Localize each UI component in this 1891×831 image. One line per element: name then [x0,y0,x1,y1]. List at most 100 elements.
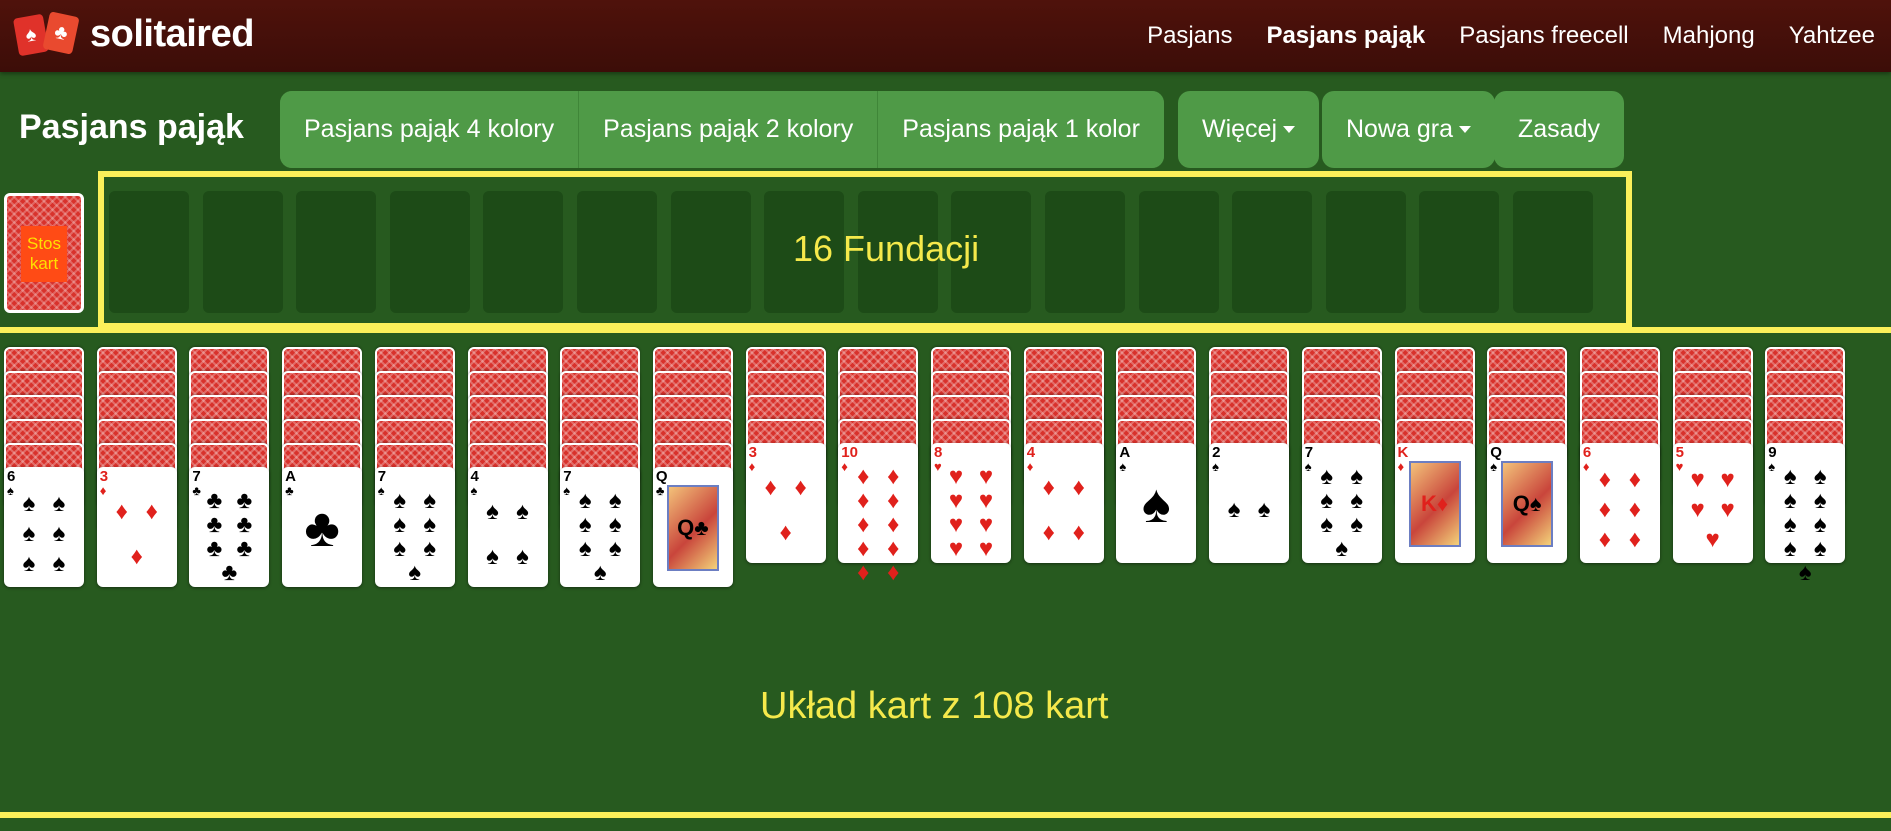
face-up-card[interactable]: 4 ♠ ♠ ♠ ♠ ♠ [467,467,548,587]
card-rank: 9 [1768,444,1777,461]
card-pips: ♠ ♠ ♠ ♠ ♠ ♠ ♠ [570,487,630,585]
variant-2-colors-button[interactable]: Pasjans pająk 2 kolory [579,91,879,168]
more-dropdown-button[interactable]: Więcej [1178,91,1320,168]
card-rank: 7 [563,468,572,485]
card-suit-icon: ♠ [1490,459,1498,474]
face-up-card[interactable]: 7 ♠ ♠ ♠ ♠ ♠ ♠ ♠ ♠ [1301,443,1382,563]
face-up-card[interactable]: 8 ♥ ♥ ♥ ♥ ♥ ♥ ♥ ♥ ♥ [931,443,1011,563]
tableau-bottom-border [0,812,1891,818]
face-up-card[interactable]: Q ♠ Q♠ [1487,443,1568,563]
card-pip-icon: ♥ [1690,466,1705,493]
card-pip-icon: ♠ [578,487,592,514]
card-pip-icon: ♠ [1813,487,1827,514]
card-pip-icon: ♦ [145,497,158,525]
card-pip-icon: ♠ [608,535,622,562]
card-pip-icon: ♠ [1350,463,1364,490]
new-game-dropdown-button[interactable]: Nowa gra [1322,91,1495,168]
face-up-card[interactable]: 2 ♠ ♠ ♠ [1209,443,1290,563]
card-pips: ♥ ♥ ♥ ♥ ♥ [1683,465,1743,555]
face-up-card[interactable]: K ♦ K♦ [1394,443,1475,563]
card-pip-icon: ♦ [1598,496,1612,523]
face-up-card[interactable]: A ♠ ♠ [1116,443,1197,563]
face-up-card[interactable]: 4 ♦ ♦ ♦ ♦ ♦ [1023,443,1104,563]
variant-1-color-button[interactable]: Pasjans pająk 1 kolor [878,91,1164,168]
card-pips: ♦ ♦ ♦ [756,465,816,555]
card-rank: 3 [99,468,109,485]
face-up-card[interactable]: 3 ♦ ♦ ♦ ♦ [745,443,826,563]
card-pip-icon: ♠ [516,542,529,570]
variant-4-colors-button[interactable]: Pasjans pająk 4 kolory [280,91,580,168]
card-pip-icon: ♠ [423,535,437,562]
card-pip-icon: ♥ [978,535,994,562]
face-up-card[interactable]: 3 ♦ ♦ ♦ ♦ [96,467,177,587]
card-pip-icon: ♦ [1628,496,1642,523]
face-up-card[interactable]: A ♣ ♣ [282,467,363,587]
face-up-card[interactable]: 6 ♦ ♦ ♦ ♦ ♦ ♦ ♦ [1579,443,1660,563]
card-pips: ♣ ♣ ♣ ♣ ♣ ♣ ♣ [199,487,259,585]
stock-label-line1: Stos [26,234,62,253]
face-up-card[interactable]: Q ♣ Q♣ [652,467,733,587]
card-pips: ♦ ♦ ♦ [107,489,167,579]
card-pip-icon: ♦ [779,518,792,546]
card-pip-icon: ♦ [130,542,143,570]
card-pip-icon: ♠ [22,490,36,517]
main-nav: Pasjans Pasjans pająk Pasjans freecell M… [1113,0,1875,72]
nav-link-pasjans[interactable]: Pasjans [1147,22,1232,50]
card-pip-icon: ♦ [794,473,807,501]
card-rank: 4 [470,468,479,485]
court-card-artwork: Q♣ [666,485,719,571]
face-up-card[interactable]: 9 ♠ ♠ ♠ ♠ ♠ ♠ ♠ ♠ ♠ ♠ [1765,443,1846,585]
more-button-label: Więcej [1202,115,1278,143]
card-pip-icon: ♦ [857,487,870,514]
face-up-card[interactable]: 7 ♣ ♣ ♣ ♣ ♣ ♣ ♣ ♣ [189,467,270,587]
card-pip-icon: ♠ [593,559,607,586]
nav-link-pasjans-pajak[interactable]: Pasjans pająk [1266,22,1425,50]
card-pip-icon: ♠ [486,497,499,525]
card-pip-icon: ♣ [236,487,253,514]
card-suit-icon: ♦ [1397,459,1405,474]
card-pip-icon: ♠ [578,535,592,562]
card-pip-icon: ♣ [206,511,223,538]
card-pips: ♠ ♠ ♠ ♠ ♠ ♠ [14,489,74,579]
card-suit-icon: ♠ [1119,459,1127,474]
card-rank: 10 [841,444,858,461]
card-pip-icon: ♥ [948,535,964,562]
stock-pile[interactable]: Stos kart [4,193,84,313]
rules-button[interactable]: Zasady [1494,91,1624,168]
card-rank: 5 [1675,444,1684,461]
card-rank: 7 [192,468,201,485]
card-pip-icon: ♦ [857,535,870,562]
court-card-artwork: Q♠ [1501,461,1554,547]
card-pip-icon: ♦ [1072,518,1085,546]
card-pips: ♠ ♠ ♠ ♠ ♠ ♠ ♠ [385,489,445,585]
card-pip-icon: ♠ [1350,487,1364,514]
face-up-card[interactable]: 7 ♠ ♠ ♠ ♠ ♠ ♠ ♠ ♠ [560,467,641,587]
card-pip-icon: ♠ [608,511,622,538]
card-pip-icon: ♦ [1628,526,1642,553]
card-rank: 6 [7,468,16,485]
card-pip-icon: ♦ [1598,466,1612,493]
card-pip-icon: ♦ [887,559,900,586]
variant-button-group: Pasjans pająk 4 kolory Pasjans pająk 2 k… [280,91,1164,168]
card-pip-icon: ♠ [1227,496,1241,523]
card-pip-icon: ♥ [1720,466,1735,493]
card-pip-icon: ♠ [408,559,422,586]
card-suit-icon: ♠ [377,483,385,498]
logo[interactable]: ♠ ♣ solitaired [12,11,254,57]
card-pip-icon: ♠ [393,511,407,538]
nav-link-pasjans-freecell[interactable]: Pasjans freecell [1459,22,1628,50]
card-pip-icon: ♥ [978,487,994,514]
face-up-card[interactable]: 6 ♠ ♠ ♠ ♠ ♠ ♠ ♠ [4,467,84,587]
face-up-card[interactable]: 7 ♠ ♠ ♠ ♠ ♠ ♠ ♠ ♠ [374,467,455,587]
card-rank: 2 [1212,444,1221,461]
card-suit-icon: ♦ [841,459,848,474]
face-up-card[interactable]: 5 ♥ ♥ ♥ ♥ ♥ ♥ [1672,443,1753,563]
card-pip-icon: ♥ [1705,526,1720,553]
nav-link-mahjong[interactable]: Mahjong [1663,22,1755,50]
nav-link-yahtzee[interactable]: Yahtzee [1789,22,1875,50]
face-up-card[interactable]: 10 ♦ ♦ ♦ ♦ ♦ ♦ ♦ ♦ ♦ ♦ ♦ [838,443,919,585]
card-pips: ♠ ♠ [1219,465,1279,555]
caret-down-icon [1459,126,1471,133]
card-pip-icon: ♦ [887,487,900,514]
card-suit-icon: ♠ [563,483,571,498]
